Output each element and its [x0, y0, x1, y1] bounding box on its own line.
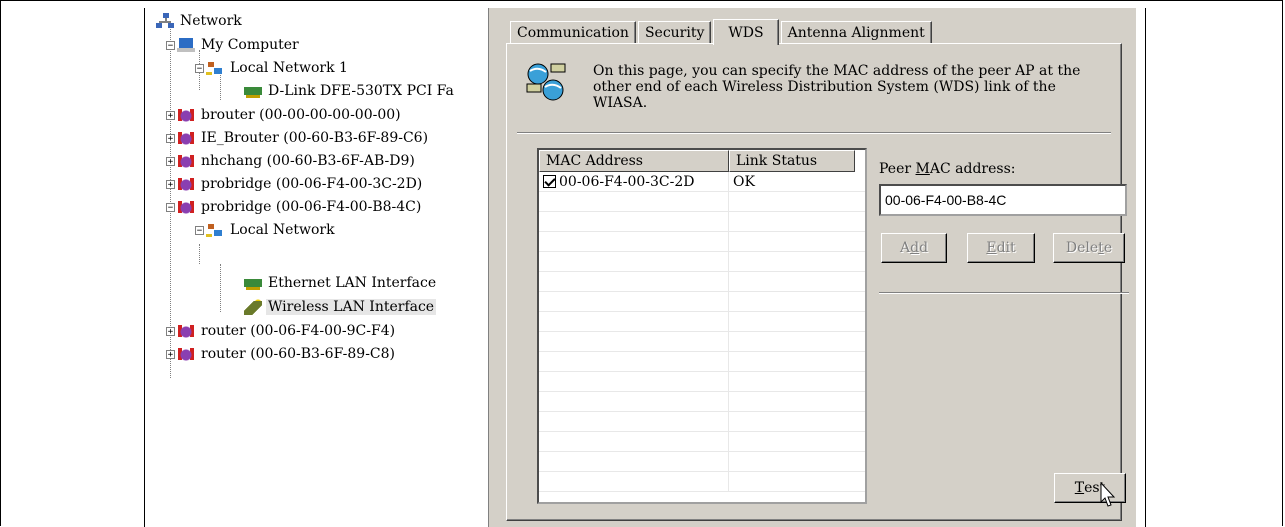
tree-item-label: Local Network 1: [230, 60, 348, 76]
list-item: [539, 292, 865, 312]
tree-item-probridge-2[interactable]: − probridge (00-06-F4-00-B8-4C): [166, 196, 423, 218]
mac-address-cell: 00-06-F4-00-3C-2D: [559, 173, 695, 190]
column-header-link-status[interactable]: Link Status: [729, 150, 855, 172]
divider: [879, 292, 1129, 294]
router-icon: [177, 199, 195, 215]
peer-mac-input[interactable]: 00-06-F4-00-B8-4C: [879, 184, 1127, 216]
computer-icon: [177, 37, 195, 53]
tree-item-ethernet-lan[interactable]: Ethernet LAN Interface: [244, 272, 438, 294]
mouse-cursor-icon: [1100, 482, 1116, 507]
list-item: [539, 272, 865, 292]
delete-button[interactable]: Dele t e: [1053, 233, 1125, 263]
tree-item-label: Network: [180, 13, 242, 29]
router-icon: [177, 130, 195, 146]
tree-item-label: Wireless LAN Interface: [266, 299, 437, 315]
tree-item-local-network-1[interactable]: − Local Network 1: [195, 57, 350, 79]
tree-item-ie-brouter[interactable]: + IE_Brouter (00-60-B3-6F-89-C6): [166, 127, 430, 149]
tree-item-wireless-lan[interactable]: Wireless LAN Interface: [244, 296, 437, 318]
local-network-icon: [206, 222, 224, 238]
edit-button[interactable]: Edit: [967, 233, 1035, 263]
tree-item-router-1[interactable]: + router (00-06-F4-00-9C-F4): [166, 320, 397, 342]
list-item: [539, 352, 865, 372]
collapse-icon[interactable]: −: [166, 40, 175, 50]
expand-icon[interactable]: +: [166, 349, 175, 359]
wireless-card-icon: [244, 299, 262, 315]
tree-item-label: Local Network: [230, 222, 335, 238]
network-tree[interactable]: Network − My Computer − Local Network 1 …: [150, 8, 488, 527]
tree-item-brouter[interactable]: + brouter (00-00-00-00-00-00): [166, 104, 403, 126]
wds-description: On this page, you can specify the MAC ad…: [593, 63, 1113, 111]
router-icon: [177, 107, 195, 123]
list-item: [539, 452, 865, 472]
expand-icon[interactable]: +: [166, 133, 175, 143]
tree-item-my-computer[interactable]: − My Computer: [166, 34, 301, 56]
tree-item-label: probridge (00-06-F4-00-3C-2D): [201, 176, 423, 192]
tree-item-probridge-1[interactable]: + probridge (00-06-F4-00-3C-2D): [166, 173, 424, 195]
list-item: [539, 432, 865, 452]
wds-description-line: other end of each Wireless Distribution …: [593, 79, 1056, 95]
tree-item-label: router (00-60-B3-6F-89-C8): [201, 346, 396, 362]
wds-link-list[interactable]: MAC Address Link Status 00-06-F4-00-3C-2…: [537, 148, 867, 504]
list-item: [539, 472, 865, 492]
tab-security[interactable]: Security: [637, 21, 712, 44]
expand-icon[interactable]: +: [166, 179, 175, 189]
network-card-icon: [244, 83, 262, 99]
tree-item-label: brouter (00-00-00-00-00-00): [201, 107, 401, 123]
peer-mac-label: Peer MAC address:: [879, 161, 1016, 177]
tab-strip: Communication Security WDS Antenna Align…: [510, 18, 934, 45]
list-item[interactable]: 00-06-F4-00-3C-2D OK: [539, 172, 865, 192]
tree-item-router-2[interactable]: + router (00-60-B3-6F-89-C8): [166, 343, 397, 365]
list-item: [539, 312, 865, 332]
link-status-cell: OK: [733, 173, 755, 190]
tree-item-label: Ethernet LAN Interface: [268, 275, 437, 291]
list-item: [539, 192, 865, 212]
wireless-link-icon: [526, 63, 566, 101]
tree-item-label: D-Link DFE-530TX PCI Fa: [268, 83, 454, 99]
tree-item-label: probridge (00-06-F4-00-B8-4C): [201, 199, 422, 215]
list-header: MAC Address Link Status: [539, 150, 865, 172]
collapse-icon[interactable]: −: [195, 225, 204, 235]
properties-panel: Communication Security WDS Antenna Align…: [496, 8, 1136, 527]
add-button[interactable]: Add: [881, 233, 947, 263]
tree-item-nhchang[interactable]: + nhchang (00-60-B3-6F-AB-D9): [166, 150, 417, 172]
tab-wds[interactable]: WDS: [713, 19, 779, 45]
column-header-mac-address[interactable]: MAC Address: [539, 150, 729, 172]
wds-tab-content: On this page, you can specify the MAC ad…: [506, 43, 1129, 521]
list-item: [539, 412, 865, 432]
tab-antenna-alignment[interactable]: Antenna Alignment: [780, 21, 932, 44]
list-item: [539, 252, 865, 272]
expand-icon[interactable]: +: [166, 110, 175, 120]
network-card-icon: [244, 275, 262, 291]
router-icon: [177, 323, 195, 339]
tree-item-label: IE_Brouter (00-60-B3-6F-89-C6): [201, 130, 429, 146]
tree-item-label: router (00-06-F4-00-9C-F4): [201, 323, 396, 339]
network-icon: [156, 13, 174, 29]
local-network-icon: [206, 60, 224, 76]
list-item: [539, 232, 865, 252]
wds-description-line: WIASA.: [593, 95, 648, 111]
list-item: [539, 332, 865, 352]
tree-connector: [199, 244, 200, 264]
list-item: [539, 212, 865, 232]
collapse-icon[interactable]: −: [195, 63, 204, 73]
router-icon: [177, 176, 195, 192]
router-icon: [177, 153, 195, 169]
tree-item-label: nhchang (00-60-B3-6F-AB-D9): [201, 153, 415, 169]
router-icon: [177, 346, 195, 362]
link-enabled-checkbox[interactable]: [543, 175, 556, 188]
tree-item-dlink-card[interactable]: D-Link DFE-530TX PCI Fa: [244, 80, 456, 102]
tree-connector: [220, 264, 221, 312]
collapse-icon[interactable]: −: [166, 202, 175, 212]
wds-description-line: On this page, you can specify the MAC ad…: [593, 63, 1081, 79]
tree-item-label: My Computer: [201, 37, 299, 53]
list-item: [539, 392, 865, 412]
divider: [517, 132, 1111, 134]
expand-icon[interactable]: +: [166, 326, 175, 336]
tree-item-local-network[interactable]: − Local Network: [195, 219, 337, 241]
tree-item-network[interactable]: Network: [156, 10, 244, 32]
expand-icon[interactable]: +: [166, 156, 175, 166]
list-item: [539, 372, 865, 392]
tab-communication[interactable]: Communication: [510, 21, 636, 44]
